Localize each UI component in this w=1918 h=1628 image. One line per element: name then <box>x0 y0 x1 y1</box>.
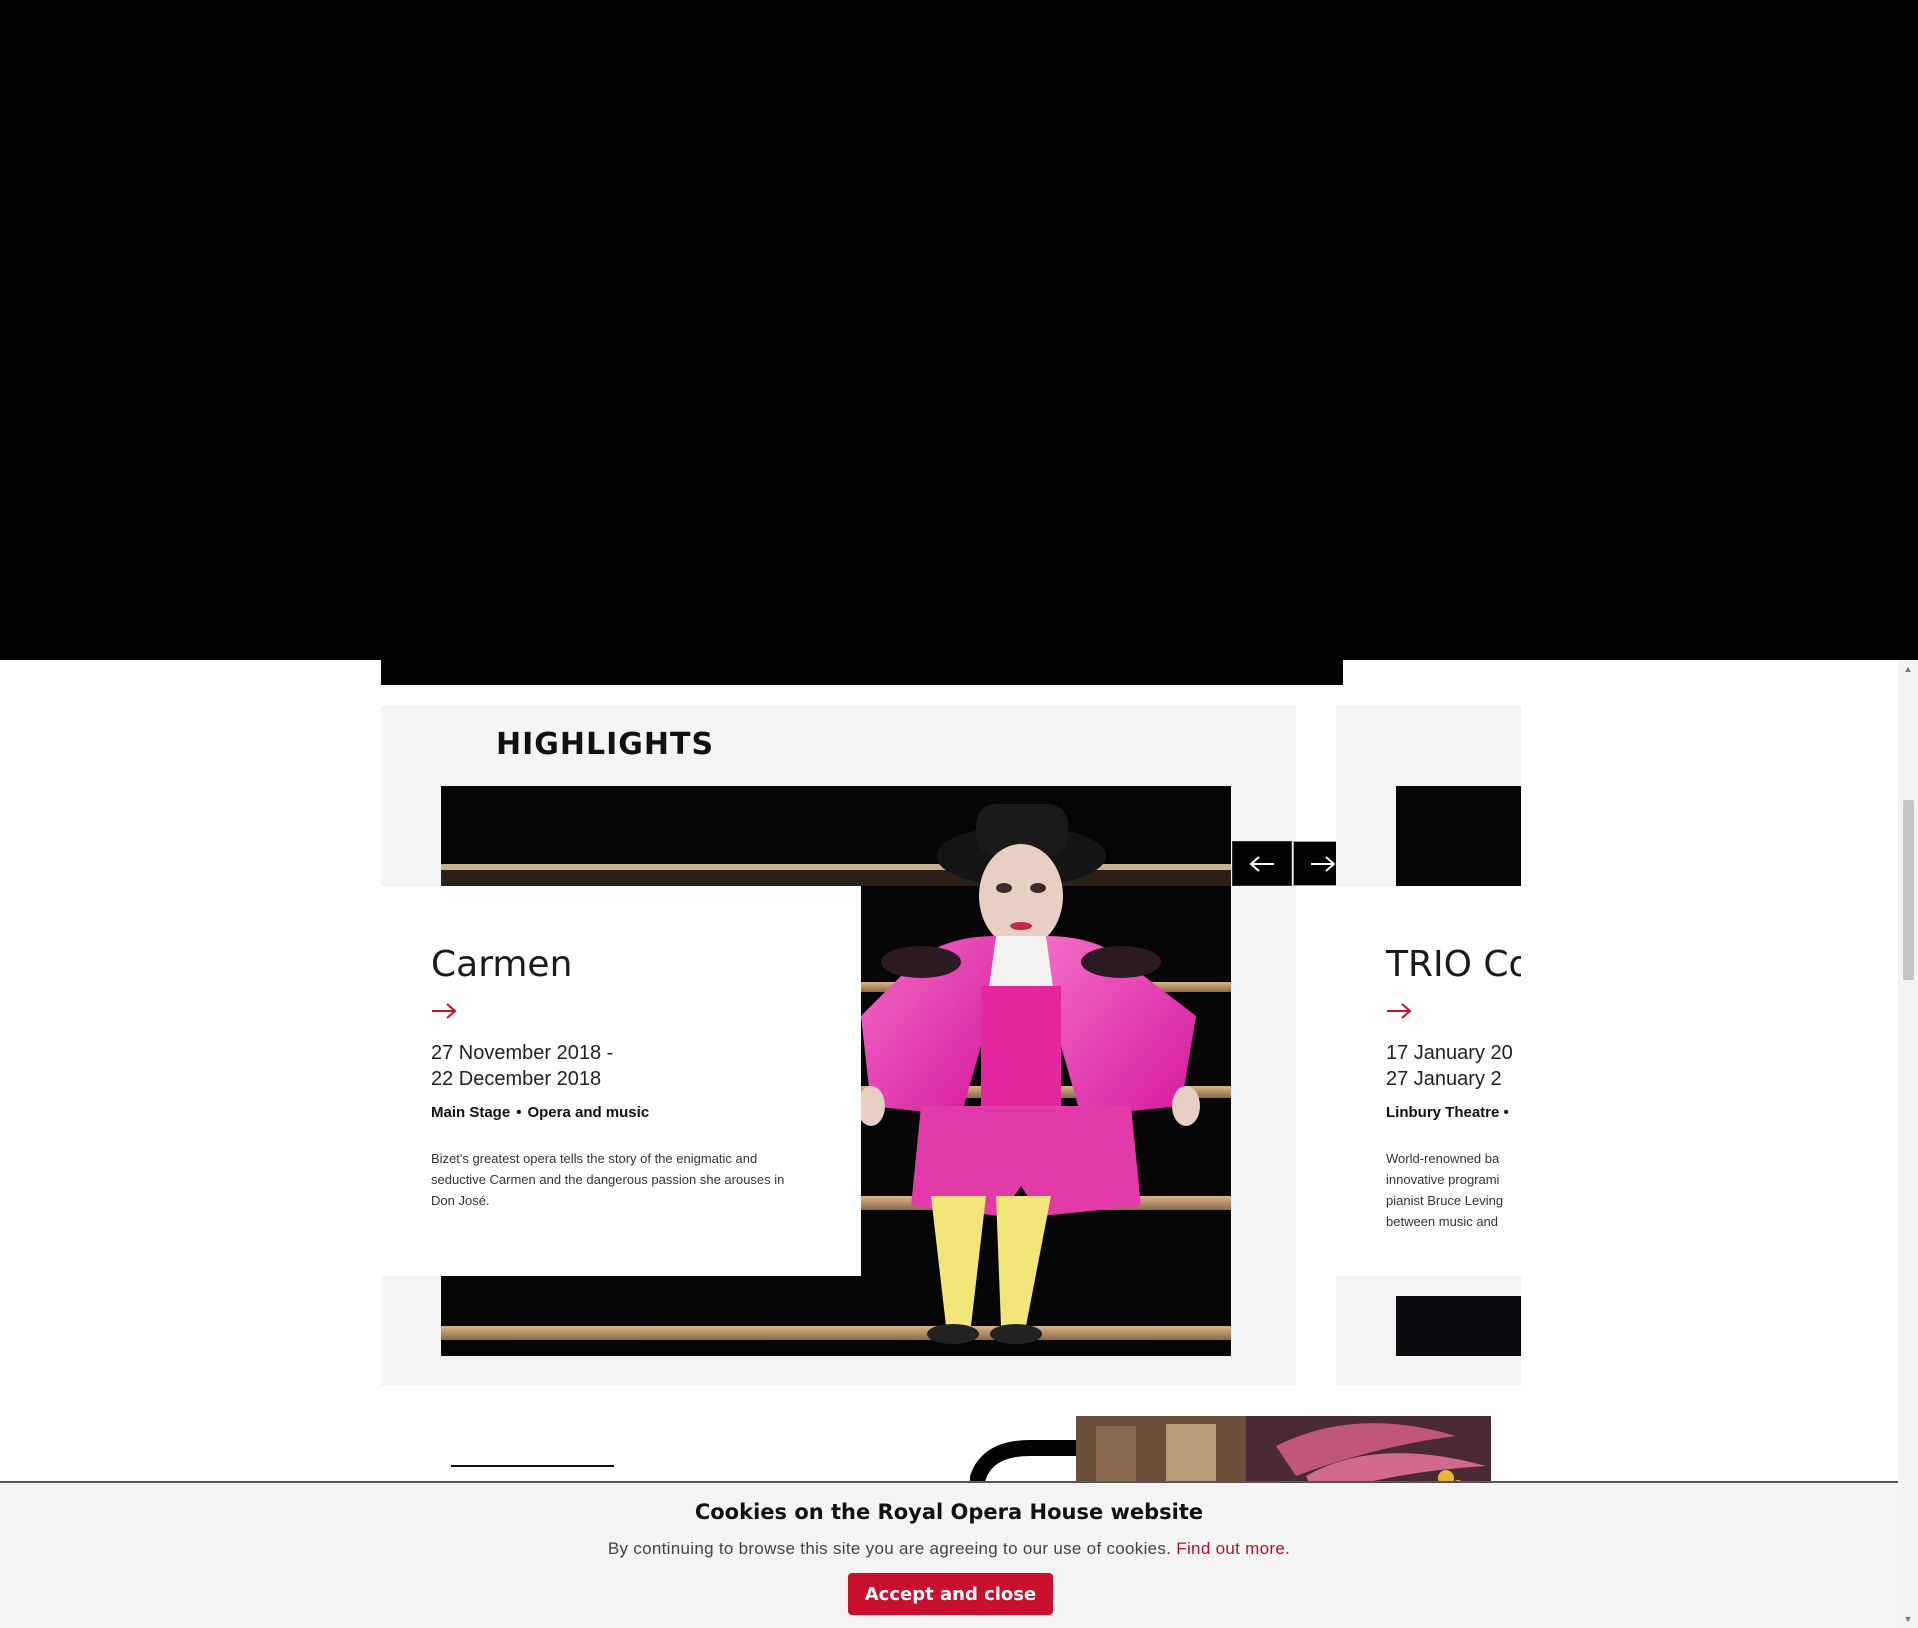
card-dates: 17 January 20 27 January 2 <box>1386 1040 1513 1092</box>
page: HIGHLIGHTS Carmen 27 November 2018 - 22 … <box>0 0 1918 1628</box>
card-meta: Linbury Theatre • <box>1386 1104 1509 1121</box>
card-date-end: 22 December 2018 <box>431 1068 602 1090</box>
scroll-up-icon[interactable]: ▲ <box>1898 660 1918 678</box>
hero-caption-bar <box>381 660 1343 685</box>
card-date-end: 27 January 2 <box>1386 1068 1502 1090</box>
card-venue: Main Stage <box>431 1104 511 1121</box>
cookie-text: By continuing to browse this site you ar… <box>607 1539 1172 1558</box>
cookie-title: Cookies on the Royal Opera House website <box>694 1500 1204 1524</box>
cookie-banner: Cookies on the Royal Opera House website… <box>0 1481 1898 1628</box>
cookie-message: By continuing to browse this site you ar… <box>0 1539 1898 1559</box>
card-date-start: 27 November 2018 - <box>431 1042 614 1064</box>
scroll-down-icon[interactable]: ▼ <box>1898 1610 1918 1628</box>
arrow-right-icon[interactable] <box>431 1002 457 1020</box>
card-description: Bizet's greatest opera tells the story o… <box>431 1151 785 1208</box>
card-description-line: innovative programi <box>1386 1172 1500 1187</box>
card-title[interactable]: TRIO Co <box>1386 944 1521 985</box>
card-category: Opera and music <box>527 1104 650 1121</box>
page-scrollbar[interactable]: ▲ ▼ <box>1898 660 1918 1628</box>
card-meta: Main Stage • Opera and music <box>431 1104 649 1121</box>
arrow-right-icon <box>1311 855 1336 872</box>
meta-separator: • <box>516 1104 522 1121</box>
carousel-prev-button[interactable] <box>1232 841 1292 886</box>
trio-image-lower <box>1396 1296 1521 1356</box>
card-description: World-renowned ba innovative programi pi… <box>1386 1148 1503 1232</box>
hero-video-area[interactable] <box>0 0 1918 660</box>
section-divider <box>451 1465 614 1467</box>
trio-image[interactable] <box>1396 786 1521 886</box>
highlight-card-carmen[interactable]: Carmen 27 November 2018 - 22 December 20… <box>381 886 861 1276</box>
card-title[interactable]: Carmen <box>431 944 572 985</box>
card-date-start: 17 January 20 <box>1386 1042 1513 1064</box>
arrow-right-icon[interactable] <box>1386 1002 1412 1020</box>
card-description-line: pianist Bruce Leving <box>1386 1193 1504 1208</box>
highlight-card-trio[interactable]: TRIO Co 17 January 20 27 January 2 Linbu… <box>1336 706 1521 1386</box>
trio-card[interactable]: TRIO Co 17 January 20 27 January 2 Linbu… <box>1336 886 1521 1276</box>
card-description-line: World-renowned ba <box>1386 1151 1500 1166</box>
scroll-thumb[interactable] <box>1903 800 1914 980</box>
card-dates: 27 November 2018 - 22 December 2018 <box>431 1040 613 1092</box>
card-category: • <box>1503 1104 1509 1121</box>
find-out-more-link[interactable]: Find out more. <box>1176 1539 1290 1558</box>
card-description-line: between music and <box>1386 1214 1499 1229</box>
card-venue: Linbury Theatre <box>1386 1104 1500 1121</box>
arrow-left-icon <box>1249 855 1274 872</box>
highlights-title: HIGHLIGHTS <box>496 727 715 762</box>
accept-cookies-button[interactable]: Accept and close <box>848 1573 1053 1615</box>
